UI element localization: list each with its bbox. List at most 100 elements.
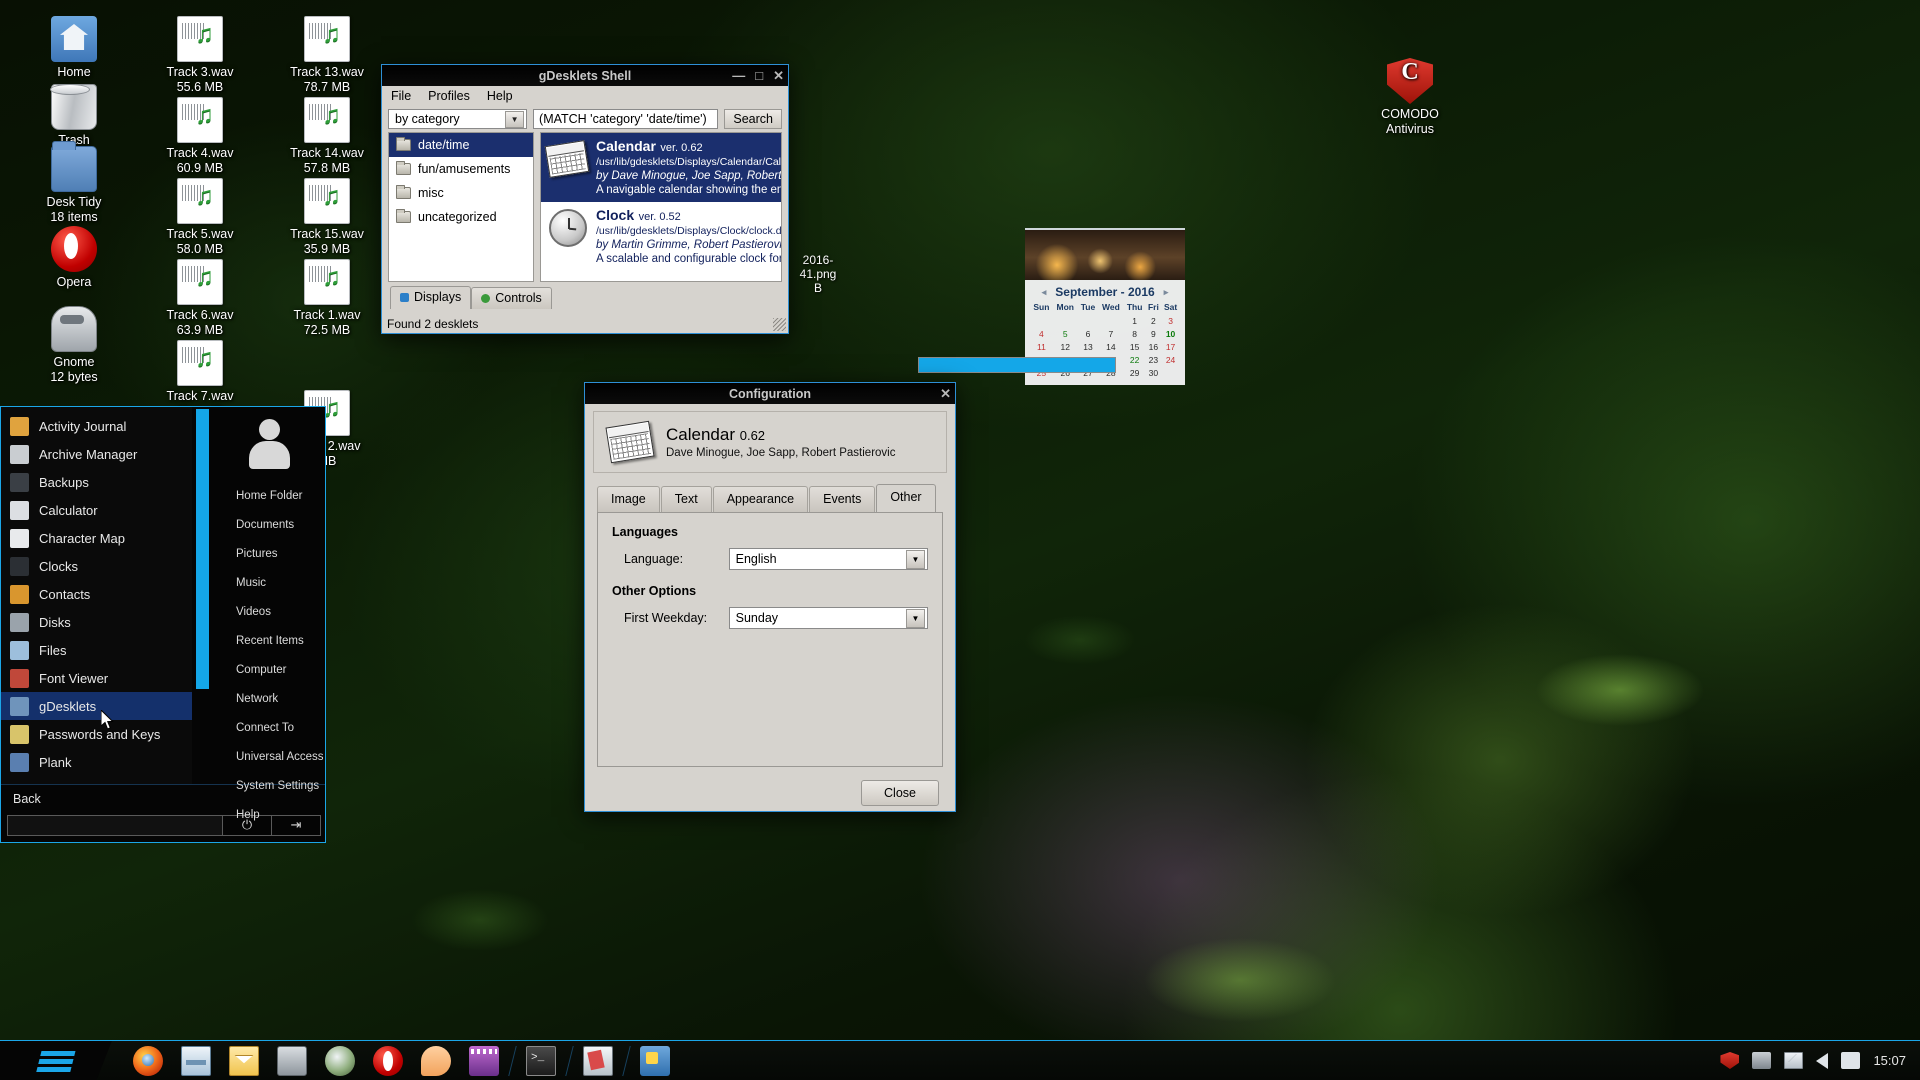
desktop-icon[interactable]: Track 3.wav55.6 MB: [152, 16, 248, 95]
calendar-day[interactable]: 6: [1078, 327, 1099, 340]
mail-tray-icon[interactable]: [1784, 1052, 1803, 1069]
chevron-down-icon[interactable]: ▼: [906, 609, 925, 628]
place-item[interactable]: Universal Access: [212, 742, 325, 771]
desklet-item[interactable]: Clock ver. 0.52/usr/lib/gdesklets/Displa…: [541, 202, 781, 271]
gdesklets-shell-window[interactable]: gDesklets Shell — □ ✕ FileProfilesHelp b…: [381, 64, 789, 334]
start-menu-app-list[interactable]: Activity JournalArchive ManagerBackupsCa…: [1, 407, 192, 784]
close-button[interactable]: Close: [861, 780, 939, 806]
place-item[interactable]: Pictures: [212, 539, 325, 568]
close-button[interactable]: ✕: [773, 69, 784, 82]
desktop-icon[interactable]: Track 4.wav60.9 MB: [152, 97, 248, 176]
tab-events[interactable]: Events: [809, 486, 875, 512]
screenshot-icon[interactable]: [277, 1046, 307, 1076]
desktop-icon[interactable]: Track 14.wav57.8 MB: [279, 97, 375, 176]
start-menu-scrollbar[interactable]: [192, 407, 212, 784]
places-list[interactable]: Home FolderDocumentsPicturesMusicVideosR…: [212, 481, 325, 829]
calendar-day[interactable]: [1078, 314, 1099, 327]
calendar-day[interactable]: 29: [1124, 366, 1146, 379]
start-menu-item[interactable]: Plank: [1, 748, 192, 776]
calendar-day[interactable]: 15: [1124, 340, 1146, 353]
start-menu-item[interactable]: Files: [1, 636, 192, 664]
files-icon[interactable]: [181, 1046, 211, 1076]
desktop-icon[interactable]: Desk Tidy18 items: [26, 146, 122, 225]
desktop-icon[interactable]: Gnome12 bytes: [26, 306, 122, 385]
start-menu-item[interactable]: Font Viewer: [1, 664, 192, 692]
network-icon[interactable]: [1752, 1052, 1771, 1069]
calendar-day[interactable]: 14: [1098, 340, 1123, 353]
settings-dropdown[interactable]: English▼: [729, 548, 928, 570]
search-input[interactable]: (MATCH 'category' 'date/time'): [533, 109, 718, 129]
calendar-day[interactable]: 2: [1146, 314, 1161, 327]
start-menu-item[interactable]: Backups: [1, 468, 192, 496]
start-menu-item[interactable]: Activity Journal: [1, 412, 192, 440]
calendar-prev-arrow[interactable]: ◂: [1042, 287, 1047, 298]
comodo-shield-icon[interactable]: [1720, 1052, 1739, 1069]
maximize-button[interactable]: □: [755, 69, 763, 82]
chevron-down-icon[interactable]: ▼: [505, 111, 524, 128]
category-item[interactable]: uncategorized: [389, 205, 533, 229]
opera-icon[interactable]: [373, 1046, 403, 1076]
start-menu-search-input[interactable]: [7, 815, 223, 836]
tab-controls[interactable]: Controls: [471, 287, 552, 309]
start-button[interactable]: [0, 1041, 112, 1080]
calendar-day[interactable]: [1161, 366, 1180, 379]
calendar-day[interactable]: 9: [1146, 327, 1161, 340]
place-item[interactable]: Home Folder: [212, 481, 325, 510]
firefox-icon[interactable]: [133, 1046, 163, 1076]
category-item[interactable]: misc: [389, 181, 533, 205]
start-menu-item[interactable]: Archive Manager: [1, 440, 192, 468]
calendar-day[interactable]: [1098, 314, 1123, 327]
category-list[interactable]: date/timefun/amusementsmiscuncategorized: [388, 132, 534, 282]
desklet-list[interactable]: Calendar ver. 0.62/usr/lib/gdesklets/Dis…: [540, 132, 782, 282]
calendar-day[interactable]: 10: [1161, 327, 1180, 340]
search-button[interactable]: Search: [724, 109, 782, 129]
config-titlebar[interactable]: Configuration ✕: [585, 383, 955, 404]
desktop-icon[interactable]: Track 15.wav35.9 MB: [279, 178, 375, 257]
calendar-day[interactable]: 8: [1124, 327, 1146, 340]
start-menu-item[interactable]: Passwords and Keys: [1, 720, 192, 748]
calendar-day[interactable]: 22: [1124, 353, 1146, 366]
desktop-icon[interactable]: Track 13.wav78.7 MB: [279, 16, 375, 95]
start-menu-item[interactable]: Contacts: [1, 580, 192, 608]
desktop-icon[interactable]: Trash: [26, 84, 122, 148]
video-player-icon[interactable]: [469, 1046, 499, 1076]
place-item[interactable]: Documents: [212, 510, 325, 539]
calendar-day[interactable]: 24: [1161, 353, 1180, 366]
tab-other[interactable]: Other: [876, 484, 935, 512]
calendar-next-arrow[interactable]: ▸: [1164, 287, 1169, 298]
place-item[interactable]: Music: [212, 568, 325, 597]
resize-grip[interactable]: [773, 318, 786, 331]
calendar-desklet[interactable]: ◂ September - 2016 ▸ SunMonTueWedThuFriS…: [1025, 228, 1185, 404]
clementine-icon[interactable]: [421, 1046, 451, 1076]
desktop-icon[interactable]: Track 6.wav63.9 MB: [152, 259, 248, 338]
calendar-day[interactable]: 16: [1146, 340, 1161, 353]
calendar-day[interactable]: 3: [1161, 314, 1180, 327]
gdesklets-titlebar[interactable]: gDesklets Shell — □ ✕: [382, 65, 788, 86]
software-center-icon[interactable]: [583, 1046, 613, 1076]
desklet-item[interactable]: Calendar ver. 0.62/usr/lib/gdesklets/Dis…: [541, 133, 781, 202]
calendar-day[interactable]: 17: [1161, 340, 1180, 353]
calendar-day[interactable]: 12: [1053, 340, 1078, 353]
filter-combo[interactable]: by category ▼: [388, 109, 527, 129]
calendar-day[interactable]: 4: [1030, 327, 1053, 340]
mail-icon[interactable]: [229, 1046, 259, 1076]
start-menu-item[interactable]: Character Map: [1, 524, 192, 552]
category-item[interactable]: fun/amusements: [389, 157, 533, 181]
menu-profiles[interactable]: Profiles: [428, 89, 470, 103]
minimize-button[interactable]: —: [732, 69, 745, 82]
place-item[interactable]: Computer: [212, 655, 325, 684]
calendar-day[interactable]: [1030, 314, 1053, 327]
clock[interactable]: 15:07: [1873, 1053, 1906, 1068]
menu-help[interactable]: Help: [487, 89, 513, 103]
place-item[interactable]: Network: [212, 684, 325, 713]
calendar-day[interactable]: 7: [1098, 327, 1123, 340]
tab-appearance[interactable]: Appearance: [713, 486, 808, 512]
desktop-icon[interactable]: Opera: [26, 226, 122, 290]
start-menu-item[interactable]: Clocks: [1, 552, 192, 580]
configuration-dialog[interactable]: Configuration ✕ Calendar 0.62 Dave Minog…: [584, 382, 956, 812]
volume-icon[interactable]: [1816, 1053, 1828, 1069]
place-item[interactable]: Help: [212, 800, 325, 829]
settings-dropdown[interactable]: Sunday▼: [729, 607, 928, 629]
calendar-day[interactable]: 5: [1053, 327, 1078, 340]
calendar-day[interactable]: 13: [1078, 340, 1099, 353]
